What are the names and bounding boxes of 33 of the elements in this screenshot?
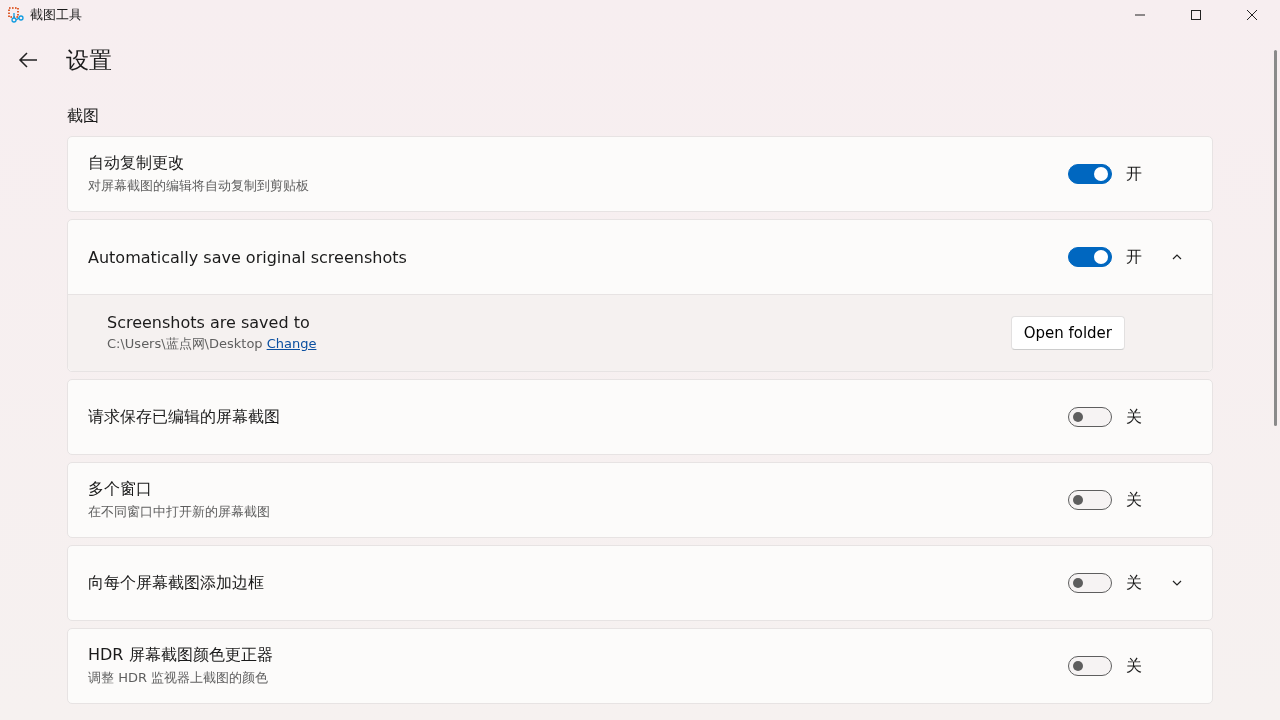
toggle-switch[interactable] xyxy=(1068,573,1112,593)
window-title: 截图工具 xyxy=(30,6,82,24)
section-title: 截图 xyxy=(67,106,100,127)
setting-title: Automatically save original screenshots xyxy=(88,247,408,267)
page-title: 设置 xyxy=(66,45,112,75)
open-folder-button[interactable]: Open folder xyxy=(1010,316,1125,350)
toggle-switch[interactable] xyxy=(1068,407,1112,427)
detail-title: Screenshots are saved to xyxy=(107,313,311,332)
scissors-icon xyxy=(8,7,24,23)
setting-description: 调整 HDR 监视器上截图的颜色 xyxy=(88,669,270,687)
setting-title: 自动复制更改 xyxy=(88,153,185,174)
back-arrow-icon[interactable] xyxy=(18,50,38,70)
scrollbar[interactable] xyxy=(1274,50,1277,426)
close-icon[interactable] xyxy=(1247,10,1257,20)
toggle-switch[interactable] xyxy=(1068,490,1112,510)
setting-description: 在不同窗口中打开新的屏幕截图 xyxy=(88,503,271,521)
toggle-state-label: 关 xyxy=(1126,655,1143,677)
change-link[interactable]: Change xyxy=(266,336,317,351)
setting-title: 向每个屏幕截图添加边框 xyxy=(88,572,265,594)
toggle-state-label: 关 xyxy=(1126,406,1143,428)
folder-path: C:\Users\蓝点网\Desktop xyxy=(107,335,263,353)
toggle-switch[interactable] xyxy=(1068,164,1112,184)
setting-description: 对屏幕截图的编辑将自动复制到剪贴板 xyxy=(88,177,310,195)
setting-title: 请求保存已编辑的屏幕截图 xyxy=(88,406,281,428)
toggle-state-label: 开 xyxy=(1126,246,1143,268)
toggle-switch[interactable] xyxy=(1068,656,1112,676)
maximize-icon[interactable] xyxy=(1191,10,1201,20)
setting-title: HDR 屏幕截图颜色更正器 xyxy=(88,645,274,666)
toggle-state-label: 关 xyxy=(1126,572,1143,594)
toggle-switch[interactable] xyxy=(1068,247,1112,267)
toggle-state-label: 开 xyxy=(1126,163,1143,185)
toggle-state-label: 关 xyxy=(1126,489,1143,511)
setting-title: 多个窗口 xyxy=(88,479,153,500)
